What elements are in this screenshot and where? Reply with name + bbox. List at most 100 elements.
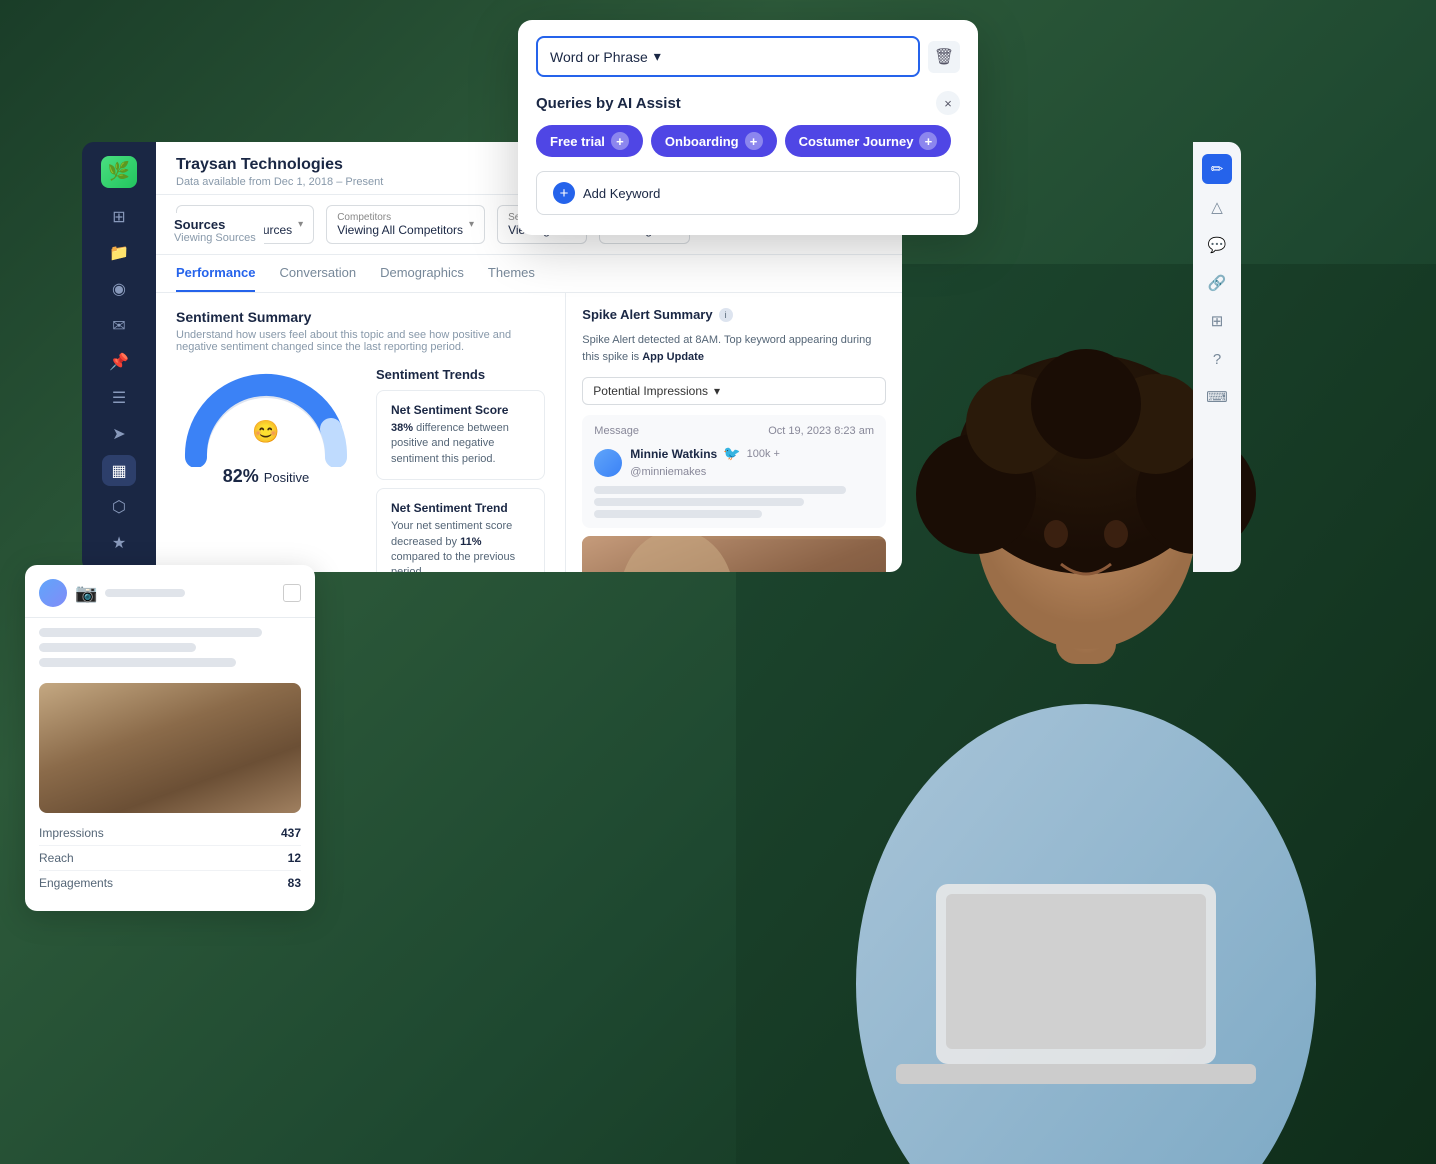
keyword-tag-costumer-journey[interactable]: Costumer Journey + xyxy=(785,125,952,157)
small-card-checkbox[interactable] xyxy=(283,584,301,602)
gauge-percent: 82% xyxy=(223,466,264,486)
keyword-tags: Free trial + Onboarding + Costumer Journ… xyxy=(536,125,960,157)
small-card-title-bar xyxy=(105,589,185,597)
content-area: Sentiment Summary Understand how users f… xyxy=(156,293,902,572)
query-search-input[interactable]: Word or Phrase ▾ xyxy=(536,36,920,77)
message-label: Message xyxy=(594,425,639,437)
rsb-chat-icon[interactable]: 💬 xyxy=(1202,230,1232,260)
tabs-bar: Performance Conversation Demographics Th… xyxy=(156,255,902,293)
sidebar-item-box[interactable]: ⬡ xyxy=(102,492,136,522)
queries-title: Queries by AI Assist xyxy=(536,95,681,112)
logo: 🌿 xyxy=(101,156,137,188)
message-bar-2 xyxy=(594,498,804,506)
user-info: Minnie Watkins 🐦 100k + @minniemakes xyxy=(630,445,780,480)
rsb-link-icon[interactable]: 🔗 xyxy=(1202,268,1232,298)
sidebar-item-send[interactable]: ➤ xyxy=(102,419,136,449)
small-card-header: 📷 xyxy=(25,565,315,618)
sentiment-trends: Sentiment Trends Net Sentiment Score 38%… xyxy=(376,367,545,572)
company-date-range: Data available from Dec 1, 2018 – Presen… xyxy=(176,176,383,188)
sources-label: Sources xyxy=(174,217,256,232)
keyword-free-trial-label: Free trial xyxy=(550,134,605,149)
word-or-phrase-dropdown[interactable]: Word or Phrase ▾ xyxy=(550,48,661,65)
keyword-tag-onboarding[interactable]: Onboarding + xyxy=(651,125,777,157)
tab-performance[interactable]: Performance xyxy=(176,255,255,292)
sidebar-item-grid[interactable]: ⊞ xyxy=(102,202,136,232)
sidebar-item-list[interactable]: ☰ xyxy=(102,383,136,413)
query-popup: Word or Phrase ▾ 🗑 Queries by AI Assist … xyxy=(518,20,978,235)
rsb-alert-icon[interactable]: △ xyxy=(1202,192,1232,222)
gauge-container: 😊 82% Positive Sentiment Trends Net Sent… xyxy=(176,367,545,572)
svg-text:😊: 😊 xyxy=(252,419,279,444)
keyword-costumer-journey-plus-icon[interactable]: + xyxy=(919,132,937,150)
keyword-tag-free-trial[interactable]: Free trial + xyxy=(536,125,643,157)
net-sentiment-trend-card: Net Sentiment Trend Your net sentiment s… xyxy=(376,488,545,572)
delete-button[interactable]: 🗑 xyxy=(928,41,960,73)
keyword-costumer-journey-label: Costumer Journey xyxy=(799,134,914,149)
card-stats: Impressions 437 Reach 12 Engagements 83 xyxy=(25,817,315,895)
keyword-free-trial-plus-icon[interactable]: + xyxy=(611,132,629,150)
keyword-onboarding-label: Onboarding xyxy=(665,134,739,149)
reach-value: 12 xyxy=(288,851,301,865)
query-search-row: Word or Phrase ▾ 🗑 xyxy=(536,36,960,77)
queries-header: Queries by AI Assist × xyxy=(536,91,960,115)
potential-impressions-label: Potential Impressions xyxy=(593,384,708,398)
add-keyword-plus-icon: + xyxy=(553,182,575,204)
rsb-plus-icon[interactable]: ⊞ xyxy=(1202,306,1232,336)
net-sentiment-score-card: Net Sentiment Score 38% difference betwe… xyxy=(376,390,545,480)
message-card: Message Oct 19, 2023 8:23 am Minnie Watk… xyxy=(582,415,886,528)
stat-row-reach: Reach 12 xyxy=(39,846,301,871)
sentiment-section-title: Sentiment Summary xyxy=(176,309,545,325)
message-timestamp: Oct 19, 2023 8:23 am xyxy=(768,425,874,437)
sentiment-section-subtitle: Understand how users feel about this top… xyxy=(176,329,545,353)
potential-impressions-dropdown[interactable]: Potential Impressions ▾ xyxy=(582,377,886,405)
impressions-value: 437 xyxy=(281,826,301,840)
gauge-label: 82% Positive xyxy=(223,466,310,487)
message-bar-3 xyxy=(594,510,762,518)
search-dropdown-chevron-icon: ▾ xyxy=(654,48,661,65)
sidebar-item-chart-circle[interactable]: ◉ xyxy=(102,274,136,304)
tab-demographics[interactable]: Demographics xyxy=(380,255,464,292)
user-handle: @minniemakes xyxy=(630,466,706,478)
competitors-filter-label: Competitors xyxy=(337,212,463,223)
keyword-onboarding-plus-icon[interactable]: + xyxy=(745,132,763,150)
sources-section: Sources Viewing Sources xyxy=(166,213,264,248)
right-sidebar: ✏ △ 💬 🔗 ⊞ ? ⌨ xyxy=(1193,142,1241,572)
stat-row-engagements: Engagements 83 xyxy=(39,871,301,895)
gauge-positive-label: Positive xyxy=(264,470,310,485)
message-photo xyxy=(582,536,886,572)
tab-conversation[interactable]: Conversation xyxy=(279,255,356,292)
sidebar-item-mail[interactable]: ✉ xyxy=(102,311,136,341)
spike-alert-title: Spike Alert Summary xyxy=(582,307,712,322)
spike-text: Spike Alert detected at 8AM. Top keyword… xyxy=(582,332,886,365)
rsb-question-icon[interactable]: ? xyxy=(1202,344,1232,374)
message-bar-1 xyxy=(594,486,846,494)
instagram-icon: 📷 xyxy=(75,583,97,604)
sidebar-item-bars[interactable]: ▦ xyxy=(102,455,136,485)
small-card-icons: 📷 xyxy=(39,579,185,607)
tab-themes[interactable]: Themes xyxy=(488,255,535,292)
content-bar-2 xyxy=(39,643,196,652)
rsb-pencil-icon[interactable]: ✏ xyxy=(1202,154,1232,184)
close-button[interactable]: × xyxy=(936,91,960,115)
net-score-pct: 38% xyxy=(391,422,413,434)
gauge-svg: 😊 xyxy=(176,367,356,467)
sidebar-item-star[interactable]: ★ xyxy=(102,528,136,558)
add-keyword-label: Add Keyword xyxy=(583,186,660,201)
spike-alert-header: Spike Alert Summary i xyxy=(582,307,886,322)
reach-label: Reach xyxy=(39,851,74,865)
message-content-bars xyxy=(594,486,874,518)
user-avatar xyxy=(594,449,622,477)
competitors-filter-value: Viewing All Competitors xyxy=(337,223,463,237)
left-panel: Sentiment Summary Understand how users f… xyxy=(156,293,566,572)
small-card-avatar xyxy=(39,579,67,607)
net-trend-title: Net Sentiment Trend xyxy=(391,501,530,515)
sidebar-item-pin[interactable]: 📌 xyxy=(102,347,136,377)
sidebar-item-folder[interactable]: 📁 xyxy=(102,238,136,268)
user-followers: 100k + xyxy=(747,448,780,460)
competitors-filter[interactable]: Competitors Viewing All Competitors ▾ xyxy=(326,205,485,244)
add-keyword-button[interactable]: + Add Keyword xyxy=(536,171,960,215)
spike-keyword: App Update xyxy=(642,351,704,363)
net-trend-desc: Your net sentiment score decreased by 11… xyxy=(391,519,530,572)
rsb-keyboard-icon[interactable]: ⌨ xyxy=(1202,382,1232,412)
message-meta: Message Oct 19, 2023 8:23 am xyxy=(594,425,874,437)
